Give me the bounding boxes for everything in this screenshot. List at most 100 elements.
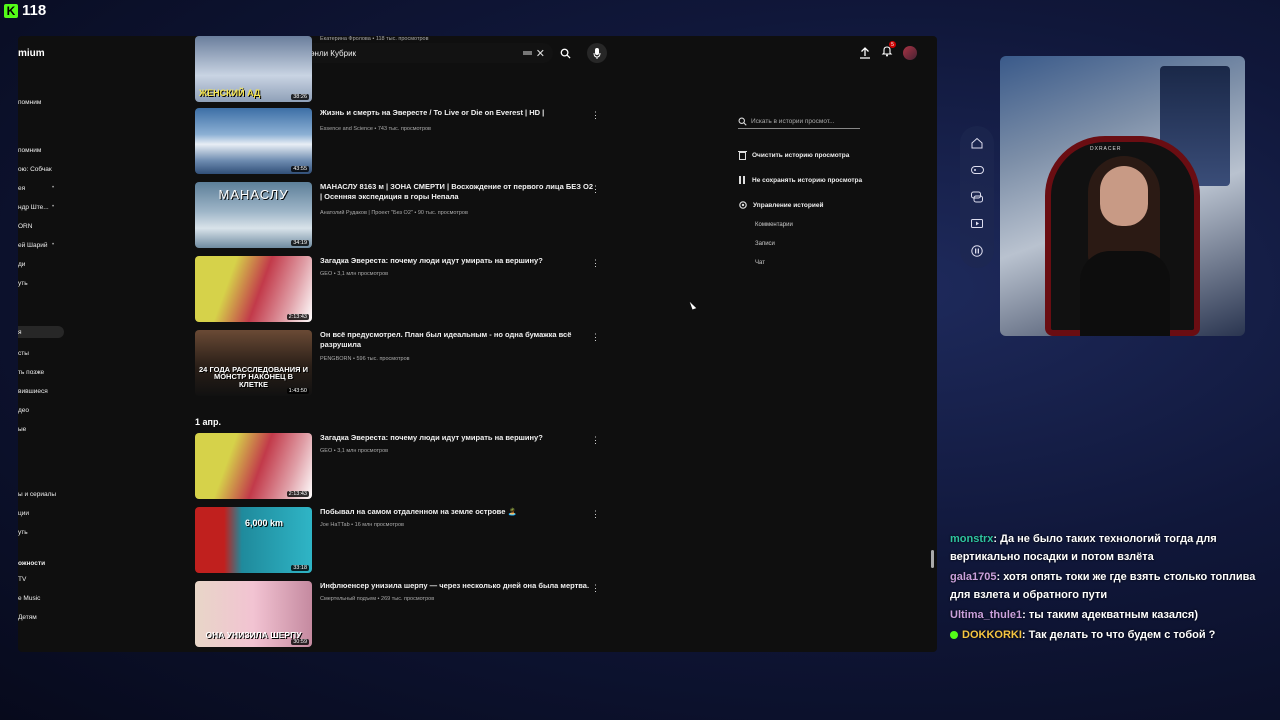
sidebar-item[interactable]: ы и сериалы <box>18 488 64 500</box>
sidebar-item[interactable]: ей Шарий • <box>18 239 64 251</box>
gamepad-icon <box>970 163 984 177</box>
sidebar-item[interactable]: ые <box>18 423 64 435</box>
youtube-window: mium Стэнли Кубрик ✕ 5 помним помним ою:… <box>18 36 937 652</box>
thumbnail-text: ОНА УНИЗИЛА ШЕРПУ <box>205 629 302 640</box>
video-meta: PENGBORN • 596 тыс. просмотров <box>320 356 410 362</box>
video-item[interactable]: 6,000 km 33:18 Побывал на самом отдаленн… <box>195 507 615 573</box>
chair-brand-text: DXRACER <box>1090 146 1122 152</box>
manage-history-button[interactable]: Управление историей <box>738 200 823 210</box>
search-icon <box>738 117 747 126</box>
scrollbar-thumb[interactable] <box>931 550 934 568</box>
sidebar-section-heading: ожности <box>18 559 46 567</box>
sidebar-item-history[interactable]: я <box>18 326 64 338</box>
history-filter-comments[interactable]: Комментарии <box>755 222 793 228</box>
notifications-button[interactable]: 5 <box>881 41 896 62</box>
history-search-input[interactable]: Искать в истории просмот... <box>738 114 860 129</box>
video-thumbnail[interactable]: 2:13:43 <box>195 256 312 322</box>
thumbnail-text: 6,000 km <box>245 518 284 528</box>
video-title[interactable]: МАНАСЛУ 8163 м | ЗОНА СМЕРТИ | Восхожден… <box>320 182 595 202</box>
chat-username[interactable]: monstrx <box>950 533 993 545</box>
stream-chat: monstrx: Да не было таких технологий тог… <box>950 530 1278 646</box>
pause-history-button[interactable]: Не сохранять историю просмотра <box>738 175 862 185</box>
video-duration: 43:55 <box>291 166 309 172</box>
sidebar-item[interactable]: помним <box>18 144 64 156</box>
upload-icon[interactable] <box>859 47 871 59</box>
video-item[interactable]: 2:13:43 Загадка Эвереста: почему люди ид… <box>195 256 615 322</box>
sidebar-item-liked[interactable]: вившиеся <box>18 385 64 397</box>
clear-history-label: Очистить историю просмотра <box>752 151 850 159</box>
more-actions-icon[interactable]: ⋮ <box>591 332 600 343</box>
sidebar-item-label: ндр Ште... <box>18 203 49 211</box>
sidebar-item[interactable]: помним <box>18 96 64 108</box>
video-title[interactable]: Он всё предусмотрел. План был идеальным … <box>320 330 595 350</box>
more-actions-icon[interactable]: ⋮ <box>591 258 600 269</box>
video-item[interactable]: 24 ГОДА РАССЛЕДОВАНИЯ И МОНСТР НАКОНЕЦ В… <box>195 330 615 396</box>
video-player-icon <box>970 217 984 231</box>
video-title[interactable]: Жизнь и смерть на Эвересте / To Live or … <box>320 108 595 118</box>
more-actions-icon[interactable]: ⋮ <box>591 435 600 446</box>
sidebar-item[interactable]: сты <box>18 347 64 359</box>
video-meta: Смертельный подъем • 269 тыс. просмотров <box>320 596 435 602</box>
video-thumbnail[interactable]: ЖЕНСКИЙ АД 38:26 <box>195 36 312 102</box>
sidebar-item-youtube-kids[interactable]: Детям <box>18 611 64 623</box>
chat-message: Ultima_thule1: ты таким адекватным казал… <box>950 606 1278 624</box>
sidebar-item-youtube-music[interactable]: e Music <box>18 592 64 604</box>
pause-icon <box>739 176 745 184</box>
video-meta: Анатолий Рудаков | Проект "Без О2" • 90 … <box>320 210 468 216</box>
video-meta: GEO • 3,1 млн просмотров <box>320 448 389 454</box>
video-duration: 1:43:50 <box>286 388 309 394</box>
account-avatar[interactable] <box>903 46 917 60</box>
youtube-logo[interactable]: mium <box>18 48 45 59</box>
history-filter-chat[interactable]: Чат <box>755 260 765 266</box>
video-meta: Екатерина Фролова • 118 тыс. просмотров <box>320 36 429 42</box>
new-content-dot-icon: • <box>52 185 55 191</box>
new-content-dot-icon: • <box>52 204 55 210</box>
streamer-webcam: DXRACER <box>1000 56 1245 336</box>
chat-username[interactable]: gala1705 <box>950 571 996 583</box>
topbar-actions: 5 <box>859 41 917 62</box>
sidebar-item-youtube-tv[interactable]: TV <box>18 573 64 585</box>
history-filter-posts[interactable]: Записи <box>755 241 775 247</box>
video-item[interactable]: 2:13:43 Загадка Эвереста: почему люди ид… <box>195 433 615 499</box>
sidebar-item[interactable]: ции <box>18 507 64 519</box>
video-title[interactable]: Побывал на самом отдаленном на земле ост… <box>320 507 595 517</box>
more-actions-icon[interactable]: ⋮ <box>591 184 600 195</box>
video-title[interactable]: Загадка Эвереста: почему люди идут умира… <box>320 256 595 266</box>
video-item[interactable]: МАНАСЛУ 34:19 МАНАСЛУ 8163 м | ЗОНА СМЕР… <box>195 182 615 248</box>
video-item[interactable]: ОНА УНИЗИЛА ШЕРПУ 30:59 Инфлюенсер унизи… <box>195 581 615 647</box>
video-duration: 34:19 <box>291 240 309 246</box>
chat-message: DOKKORKI: Так делать то что будем с тобо… <box>950 626 1278 644</box>
video-item[interactable]: ЖЕНСКИЙ АД 38:26 Екатерина Фролова • 118… <box>195 36 615 102</box>
video-duration: 38:26 <box>291 94 309 100</box>
sidebar-item[interactable]: ди <box>18 258 64 270</box>
video-thumbnail[interactable]: 6,000 km 33:18 <box>195 507 312 573</box>
sidebar-item[interactable]: ея • <box>18 182 64 194</box>
chat-username[interactable]: Ultima_thule1 <box>950 609 1022 621</box>
sidebar-item[interactable]: ORN <box>18 220 64 232</box>
video-item[interactable]: 43:55 Жизнь и смерть на Эвересте / To Li… <box>195 108 615 174</box>
thumbnail-text: МАНАСЛУ <box>218 187 289 202</box>
video-title[interactable]: Инфлюенсер унизила шерпу — через несколь… <box>320 581 595 591</box>
sidebar-item-watch-later[interactable]: ть позже <box>18 366 64 378</box>
video-thumbnail[interactable]: 2:13:43 <box>195 433 312 499</box>
more-actions-icon[interactable]: ⋮ <box>591 110 600 121</box>
chat-username[interactable]: DOKKORKI <box>962 629 1022 641</box>
video-thumbnail[interactable]: 24 ГОДА РАССЛЕДОВАНИЯ И МОНСТР НАКОНЕЦ В… <box>195 330 312 396</box>
date-section-header: 1 апр. <box>195 417 221 427</box>
video-title[interactable]: Загадка Эвереста: почему люди идут умира… <box>320 433 595 443</box>
video-thumbnail[interactable]: МАНАСЛУ 34:19 <box>195 182 312 248</box>
video-thumbnail[interactable]: ОНА УНИЗИЛА ШЕРПУ 30:59 <box>195 581 312 647</box>
sidebar-item[interactable]: ою: Собчак <box>18 163 64 175</box>
streamer-body <box>1080 251 1170 336</box>
sidebar-item[interactable]: ндр Ште... • <box>18 201 64 213</box>
sidebar-item[interactable]: уть <box>18 277 64 289</box>
history-search-placeholder: Искать в истории просмот... <box>751 117 835 125</box>
more-actions-icon[interactable]: ⋮ <box>591 583 600 594</box>
sidebar-item[interactable]: уть <box>18 526 64 538</box>
streamer-face <box>1100 166 1148 226</box>
verified-badge-icon <box>950 631 958 640</box>
video-thumbnail[interactable]: 43:55 <box>195 108 312 174</box>
more-actions-icon[interactable]: ⋮ <box>591 509 600 520</box>
sidebar-item[interactable]: део <box>18 404 64 416</box>
clear-history-button[interactable]: Очистить историю просмотра <box>738 150 849 160</box>
